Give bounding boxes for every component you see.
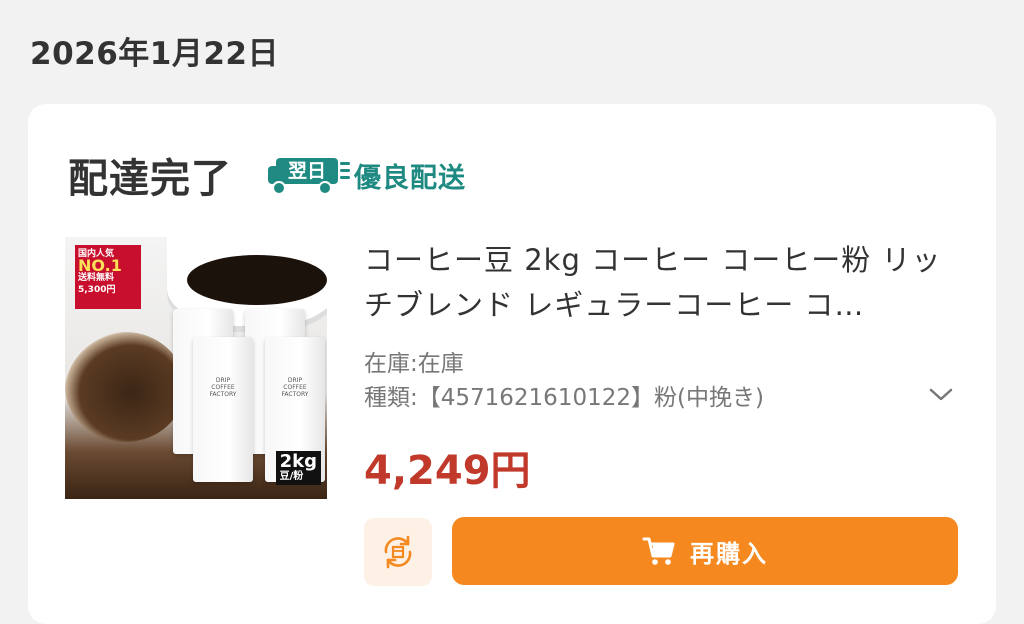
rebuy-button[interactable]: 再購入 <box>452 517 958 585</box>
order-card: 配達完了 翌日 優良配送 DRIP COFFEE FACTORY DRIP CO… <box>28 104 996 624</box>
product-title[interactable]: コーヒー豆 2kg コーヒー コーヒー粉 リッチブレンド レギュラーコーヒー コ… <box>364 238 964 328</box>
rank-badge: 国内人気 NO.1 送料無料 5,300円 <box>75 245 141 309</box>
coffee-drip <box>65 332 185 442</box>
delivery-status: 配達完了 <box>68 156 232 202</box>
chevron-down-icon[interactable] <box>928 384 954 404</box>
product-price: 4,249円 <box>364 448 531 494</box>
status-row: 配達完了 翌日 優良配送 <box>68 146 466 204</box>
shipping-badge-label: 優良配送 <box>354 162 466 194</box>
stock-status: 在庫:在庫 <box>364 351 464 377</box>
product-image[interactable]: DRIP COFFEE FACTORY DRIP COFFEE FACTORY … <box>65 237 327 499</box>
size-tag: 2kg 豆/粉 <box>275 451 321 485</box>
order-date: 2026年1月22日 <box>30 36 279 72</box>
variant-info: 種類:【4571621610122】粉(中挽き) <box>364 385 764 411</box>
shipping-badge: 翌日 優良配送 <box>268 156 466 195</box>
shipping-badge-prefix: 翌日 <box>276 158 338 184</box>
rebuy-label: 再購入 <box>690 539 768 568</box>
refresh-box-icon <box>384 535 412 569</box>
reorder-icon-button[interactable] <box>364 518 432 586</box>
coffee-bag: DRIP COFFEE FACTORY <box>193 337 253 482</box>
truck-icon: 翌日 <box>268 156 350 195</box>
cart-icon <box>642 537 675 565</box>
